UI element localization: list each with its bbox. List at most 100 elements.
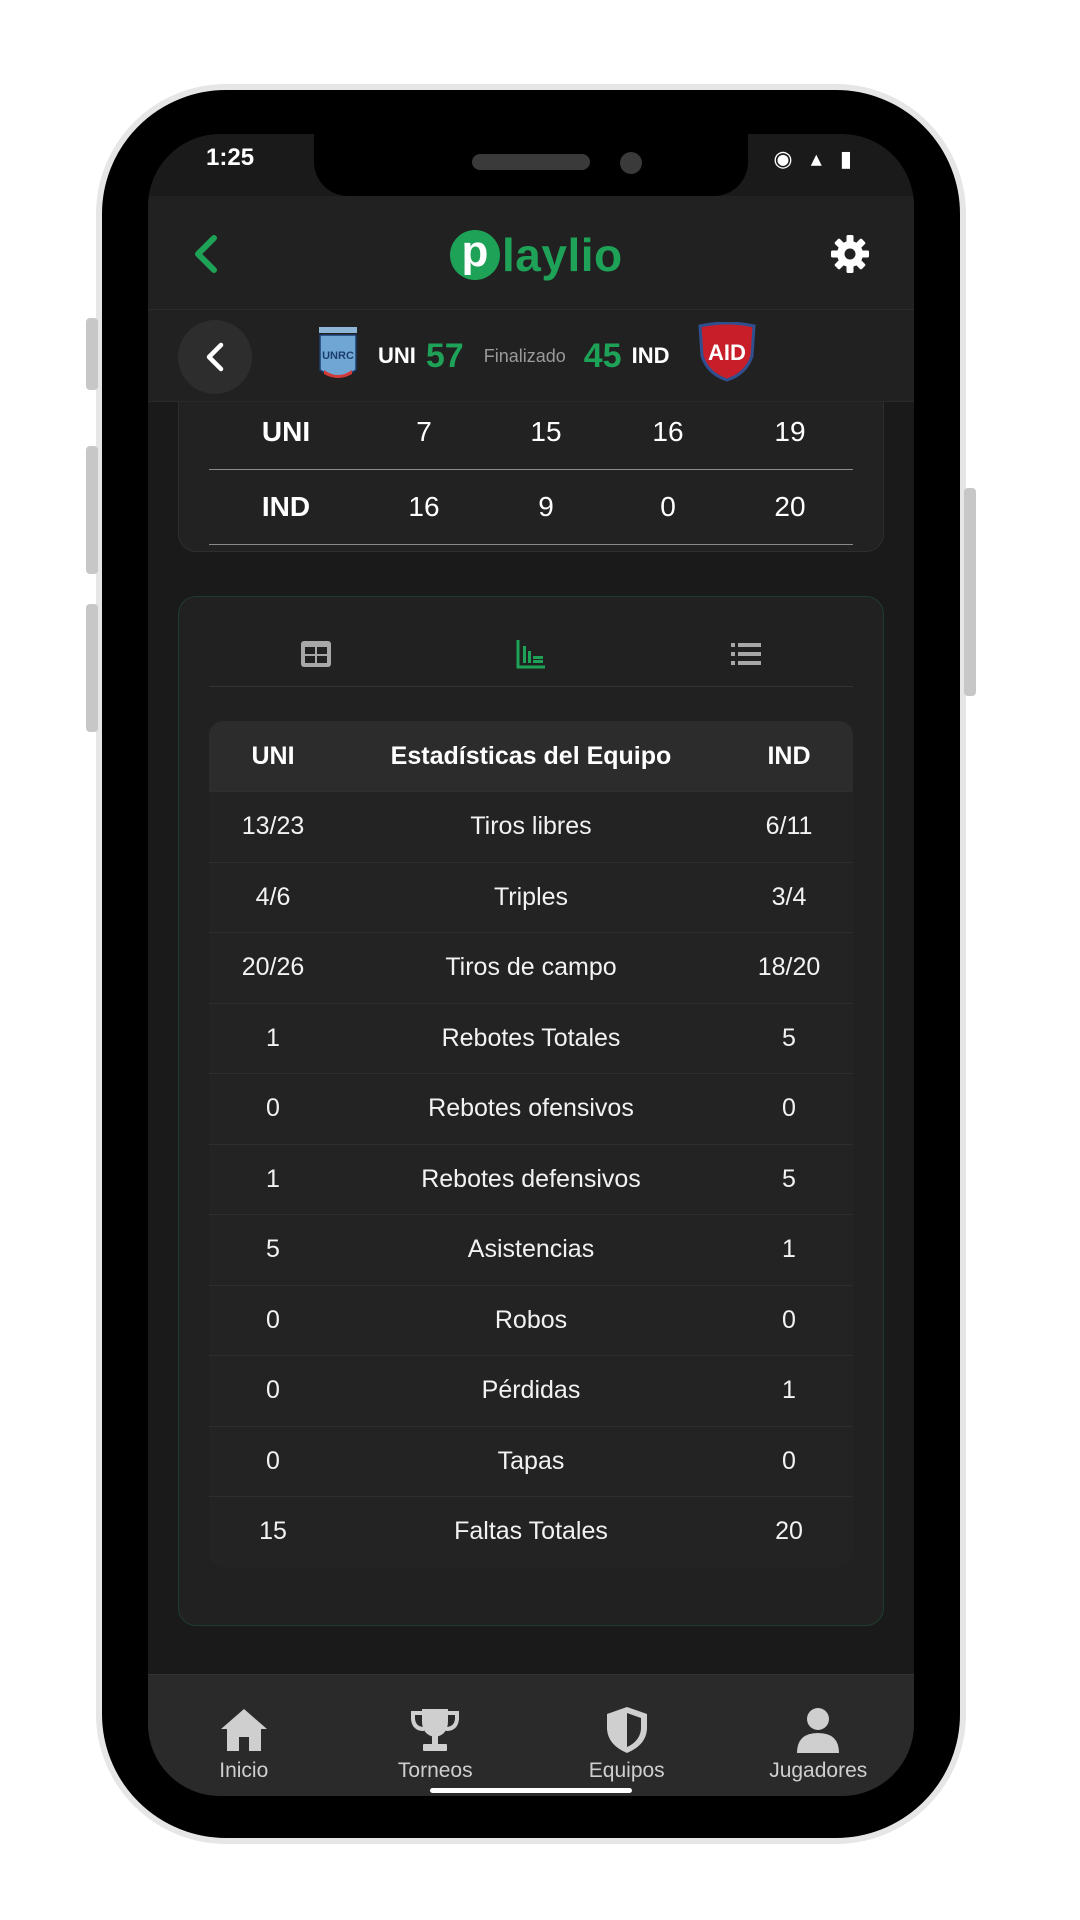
period-score-card: UNI 7 15 16 19 IND 16 9 0 20 <box>178 402 884 552</box>
nav-item-jugadores[interactable]: Jugadores <box>723 1675 915 1796</box>
stat-home-value: 5 <box>266 1235 280 1264</box>
nav-label: Equipos <box>588 1759 665 1782</box>
table-icon <box>301 640 332 667</box>
stat-label: Tiros libres <box>470 812 592 841</box>
list-icon <box>730 642 761 665</box>
settings-button[interactable] <box>830 234 870 274</box>
stats-rows: 13/23 Tiros libres 6/11 4/6 Triples 3/4 20/26 T… <box>209 791 853 1567</box>
stats-row: 0 Tapas 0 <box>209 1425 853 1497</box>
score-back-button[interactable] <box>178 320 252 394</box>
stats-row: 0 Rebotes ofensivos 0 <box>209 1073 853 1144</box>
stat-home-value: 0 <box>266 1446 280 1475</box>
stat-away-value: 5 <box>782 1023 796 1052</box>
stat-away-value: 3/4 <box>771 882 807 911</box>
bottom-nav: Inicio Torneos Equipos Jugadores <box>148 1674 914 1796</box>
period-row-uni: UNI 7 15 16 19 <box>209 402 853 469</box>
stat-away-value: 0 <box>782 1446 796 1475</box>
stats-row: 1 Rebotes Totales 5 <box>209 1002 853 1074</box>
power-button <box>964 488 976 696</box>
stat-away-value: 0 <box>782 1094 796 1123</box>
stat-label: Pérdidas <box>481 1376 581 1405</box>
stats-header-title: Estadísticas del Equipo <box>390 741 672 770</box>
ind-team-logo: AID <box>698 322 756 382</box>
front-camera <box>620 152 642 174</box>
stat-label: Robos <box>494 1305 568 1334</box>
home-indicator <box>430 1788 632 1793</box>
notch <box>314 134 748 196</box>
stat-label: Triples <box>493 882 569 911</box>
home-score-group: UNI 57 Finalizado 45 IND <box>378 310 669 402</box>
uni-team-logo: UNRC <box>319 327 357 378</box>
stat-label: Tapas <box>497 1446 565 1475</box>
status-icons: ◉ ▴ ▮ <box>773 146 858 171</box>
game-status: Finalizado <box>483 345 566 366</box>
stat-label: Tiros de campo <box>445 953 617 982</box>
period-value: 16 <box>652 415 684 447</box>
stat-away-value: 20 <box>775 1517 803 1546</box>
stat-away-value: 0 <box>782 1305 796 1334</box>
home-team-abbr: UNI <box>378 343 416 368</box>
stat-home-value: 1 <box>266 1164 280 1193</box>
stat-home-value: 0 <box>266 1305 280 1334</box>
period-value: 0 <box>660 491 676 522</box>
period-score-table: UNI 7 15 16 19 IND 16 9 0 20 <box>209 402 853 545</box>
app-header: p laylio <box>148 196 914 310</box>
period-value: 9 <box>538 491 554 522</box>
tab-table-view[interactable] <box>209 621 424 686</box>
nav-item-equipos[interactable]: Equipos <box>531 1675 723 1796</box>
stat-home-value: 1 <box>266 1023 280 1052</box>
stats-row: 20/26 Tiros de campo 18/20 <box>209 932 853 1003</box>
home-icon <box>220 1709 267 1751</box>
stats-header-away: IND <box>767 741 811 770</box>
stats-row: 1 Rebotes defensivos 5 <box>209 1143 853 1215</box>
stats-row: 13/23 Tiros libres 6/11 <box>209 791 853 862</box>
tab-chart-view[interactable] <box>424 621 639 686</box>
home-team-score: 57 <box>425 336 464 375</box>
chart-icon <box>516 639 545 668</box>
logo-text: laylio <box>502 229 623 281</box>
stats-row: 4/6 Triples 3/4 <box>209 861 853 933</box>
stat-home-value: 20/26 <box>241 953 305 982</box>
volume-down-button <box>86 604 98 732</box>
stat-away-value: 18/20 <box>757 953 821 982</box>
back-button[interactable] <box>188 234 222 274</box>
chevron-left-icon <box>195 235 217 273</box>
score-bar: UNRC UNI 57 Finalizado 45 IND AID <box>148 310 914 402</box>
stats-row: 0 Pérdidas 1 <box>209 1355 853 1426</box>
stat-away-value: 1 <box>782 1235 796 1264</box>
stat-away-value: 5 <box>782 1164 796 1193</box>
period-value: 19 <box>774 415 806 447</box>
tab-list-view[interactable] <box>638 621 853 686</box>
nav-item-inicio[interactable]: Inicio <box>148 1675 340 1796</box>
stats-row: 0 Robos 0 <box>209 1284 853 1356</box>
gear-icon <box>831 235 869 273</box>
ind-logo-text: AID <box>708 340 746 365</box>
stats-row: 15 Faltas Totales 20 <box>209 1496 853 1567</box>
stat-label: Asistencias <box>467 1235 595 1264</box>
stat-label: Faltas Totales <box>454 1517 608 1546</box>
period-value: 15 <box>530 415 562 447</box>
speaker-grille <box>472 154 590 170</box>
period-value: 7 <box>416 415 432 447</box>
away-team-abbr: IND <box>631 343 670 368</box>
nav-label: Torneos <box>397 1759 473 1782</box>
stat-home-value: 0 <box>266 1376 280 1405</box>
nav-label: Inicio <box>219 1759 269 1782</box>
stat-home-value: 4/6 <box>255 882 291 911</box>
user-icon <box>797 1708 840 1753</box>
stats-header-home: UNI <box>251 741 295 770</box>
device-screen: 1:25 ◉ ▴ ▮ p laylio UNRC UNI 57 Finaliza… <box>148 134 914 1796</box>
nav-item-torneos[interactable]: Torneos <box>340 1675 532 1796</box>
stats-header-row: UNI Estadísticas del Equipo IND <box>209 721 853 791</box>
chevron-left-icon <box>206 342 224 372</box>
period-team: IND <box>261 491 311 522</box>
period-value: 16 <box>408 491 440 522</box>
content-scroll[interactable]: UNI 7 15 16 19 IND 16 9 0 20 UNI Estadís… <box>148 402 914 1674</box>
period-value: 20 <box>774 491 806 522</box>
volume-up-button <box>86 446 98 574</box>
period-row-ind: IND 16 9 0 20 <box>209 469 853 545</box>
stats-row: 5 Asistencias 1 <box>209 1214 853 1285</box>
team-stats-table: UNI Estadísticas del Equipo IND 13/23 Tir… <box>209 721 853 1567</box>
mute-switch <box>86 318 98 390</box>
stat-away-value: 6/11 <box>765 812 813 841</box>
